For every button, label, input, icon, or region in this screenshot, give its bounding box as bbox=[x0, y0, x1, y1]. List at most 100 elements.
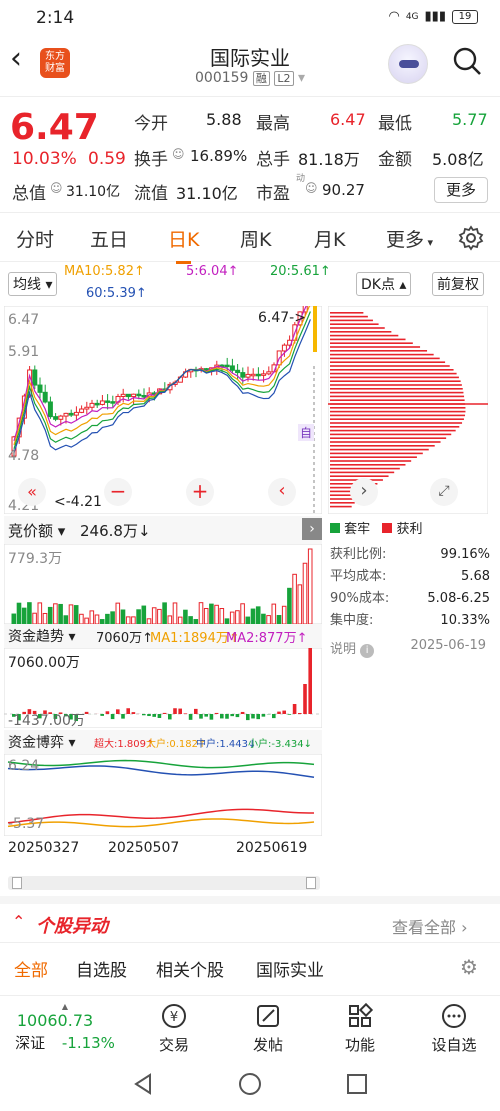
candle-body bbox=[261, 373, 267, 376]
tab-weekly-k[interactable]: 周K bbox=[240, 225, 271, 252]
tab-five-day[interactable]: 五日 bbox=[90, 225, 128, 252]
auction-bar bbox=[16, 602, 22, 624]
cost-stat-row: 获利比例: 99.16% bbox=[330, 544, 490, 566]
next-button[interactable]: › bbox=[350, 478, 378, 506]
cost-bar bbox=[330, 388, 463, 390]
cost-stat-label: 获利比例: bbox=[330, 547, 387, 562]
candle-body bbox=[63, 412, 69, 417]
candle-body bbox=[224, 364, 230, 368]
tab-monthly-k[interactable]: 月K bbox=[314, 225, 345, 252]
scroll-handle-right[interactable] bbox=[306, 877, 316, 889]
y-axis-2: 5.91 bbox=[8, 344, 40, 360]
filter-related[interactable]: 相关个股 bbox=[156, 956, 224, 981]
level2-tag: L2 bbox=[274, 71, 294, 86]
caret-down-icon[interactable]: ▾ bbox=[298, 70, 305, 86]
scroll-left-button[interactable]: ‹ bbox=[268, 478, 296, 506]
info-icon[interactable]: i bbox=[360, 644, 375, 658]
auction-bar bbox=[89, 610, 95, 624]
auction-bar bbox=[229, 611, 235, 624]
system-home-icon[interactable] bbox=[237, 1071, 263, 1097]
nav-post[interactable]: 发帖 bbox=[228, 1002, 308, 1055]
auction-bar bbox=[183, 609, 188, 624]
mcap-info-icon[interactable]: ☺ bbox=[50, 181, 63, 195]
filter-settings-icon[interactable]: ⚙ bbox=[460, 955, 478, 979]
fund-top-label: 7060.00万 bbox=[8, 655, 80, 671]
fund-bar bbox=[287, 714, 292, 715]
auction-bar bbox=[235, 610, 240, 624]
auction-bar bbox=[292, 573, 297, 624]
expand-icon[interactable]: ⤢ bbox=[430, 478, 458, 506]
high-value: 6.47 bbox=[330, 110, 366, 129]
rewind-button[interactable]: « bbox=[18, 478, 46, 506]
candle-body bbox=[255, 373, 261, 377]
fund-bar bbox=[204, 714, 208, 717]
cost-stat-row: 平均成本: 5.68 bbox=[330, 566, 490, 588]
fund-trend-select[interactable]: 资金趋势 ▾ bbox=[8, 626, 75, 646]
fund-bar bbox=[246, 714, 250, 721]
candle-body bbox=[125, 393, 131, 398]
search-icon[interactable] bbox=[452, 46, 482, 76]
nav-add-watchlist[interactable]: 设自选 bbox=[414, 1002, 494, 1055]
auction-select[interactable]: 竞价额 ▾ bbox=[8, 520, 65, 541]
cost-bar bbox=[330, 395, 465, 398]
zoom-out-button[interactable]: − bbox=[104, 478, 132, 506]
chevron-up-icon[interactable]: ⌃ bbox=[12, 912, 25, 931]
auction-bar bbox=[245, 616, 251, 624]
fund-bar bbox=[292, 704, 297, 714]
auction-bar bbox=[32, 612, 37, 624]
fund-game-label: 资金博弈 bbox=[8, 735, 64, 751]
cost-bar bbox=[330, 357, 440, 360]
note-label[interactable]: 说明 bbox=[330, 642, 356, 657]
auction-bar bbox=[261, 613, 266, 624]
auction-bar bbox=[276, 615, 282, 624]
fund-bar bbox=[256, 714, 260, 720]
indicator-select[interactable]: 均线 ▾ bbox=[8, 272, 58, 296]
cost-bar bbox=[330, 441, 441, 443]
fund-bar bbox=[142, 714, 146, 716]
assistant-robot-icon[interactable] bbox=[388, 44, 428, 84]
fund-game-select[interactable]: 资金博弈 ▾ bbox=[8, 732, 75, 752]
pe-superscript: 动 bbox=[296, 174, 306, 184]
auto-badge[interactable]: 自 bbox=[298, 424, 315, 441]
more-quote-button[interactable]: 更多 bbox=[434, 177, 488, 203]
auction-value: 246.8万↓ bbox=[80, 522, 151, 540]
yuan-coin-icon: ¥ bbox=[162, 1004, 186, 1028]
pe-info-icon[interactable]: ☺ bbox=[305, 181, 318, 195]
fund-trend-label: 资金趋势 bbox=[8, 629, 64, 645]
fund-bar bbox=[110, 714, 115, 720]
dk-point-select[interactable]: DK点 ▴ bbox=[356, 272, 412, 296]
filter-all[interactable]: 全部 bbox=[14, 956, 48, 981]
cost-bar bbox=[330, 399, 465, 401]
view-all-link[interactable]: 查看全部 › bbox=[392, 914, 468, 938]
candle-body bbox=[79, 408, 85, 413]
zoom-in-button[interactable]: + bbox=[186, 478, 214, 506]
info-icon[interactable]: ☺ bbox=[172, 147, 185, 161]
tab-more[interactable]: 更多 ▾ bbox=[386, 225, 433, 252]
range-scrollbar[interactable] bbox=[8, 876, 320, 890]
pe-label: 市盈 bbox=[256, 184, 290, 204]
scroll-handle-left[interactable] bbox=[12, 877, 22, 889]
system-back-icon[interactable] bbox=[130, 1071, 156, 1097]
low-price-marker: <-4.21 bbox=[54, 494, 102, 510]
adjust-select[interactable]: 前复权 bbox=[432, 272, 484, 296]
filter-stock[interactable]: 国际实业 bbox=[256, 956, 324, 981]
settings-gear-icon[interactable] bbox=[458, 225, 484, 251]
auction-bar bbox=[177, 616, 183, 624]
index-ticker[interactable]: ▲ 10060.73 深证 -1.13% bbox=[10, 1002, 120, 1053]
candle-body bbox=[58, 415, 64, 420]
nav-function[interactable]: 功能 bbox=[320, 1002, 400, 1055]
fund-bar bbox=[173, 708, 177, 714]
cost-bar bbox=[330, 426, 460, 428]
candle-body bbox=[84, 406, 90, 410]
candle-body bbox=[235, 369, 241, 374]
system-recents-icon[interactable] bbox=[344, 1071, 370, 1097]
nav-trade[interactable]: ¥ 交易 bbox=[134, 1002, 214, 1055]
candle-body bbox=[37, 384, 43, 393]
tab-intraday[interactable]: 分时 bbox=[16, 225, 54, 252]
auction-bar bbox=[79, 613, 84, 624]
filter-watchlist[interactable]: 自选股 bbox=[76, 956, 127, 981]
collapse-arrow-icon[interactable]: › bbox=[302, 518, 322, 540]
fund-bar bbox=[308, 648, 312, 714]
tab-daily-k[interactable]: 日K bbox=[168, 225, 199, 264]
candle-body bbox=[229, 365, 235, 371]
